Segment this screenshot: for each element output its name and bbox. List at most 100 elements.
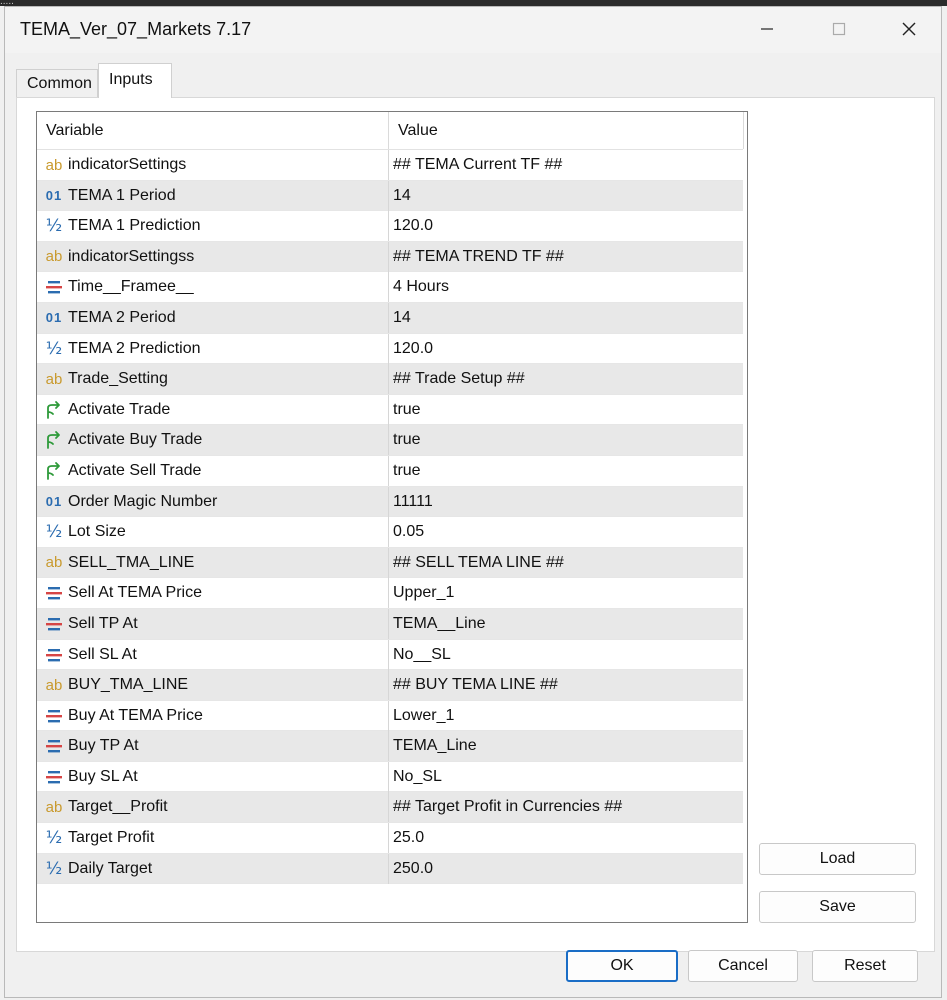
input-dialog: TEMA_Ver_07_Markets 7.17 Common Inputs V… [4, 6, 942, 998]
variable-value[interactable]: 250.0 [393, 854, 433, 884]
variable-name: Activate Sell Trade [68, 461, 202, 479]
minimize-icon [761, 28, 773, 30]
table-row[interactable]: ab SELL_TMA_LINE ## SELL TEMA LINE ## [37, 547, 743, 579]
cell-divider [388, 425, 389, 456]
variable-value[interactable]: 0.05 [393, 517, 424, 547]
save-button[interactable]: Save [759, 891, 916, 923]
minimize-button[interactable] [741, 7, 793, 51]
variable-value[interactable]: 14 [393, 303, 411, 333]
cell-divider [388, 823, 389, 854]
string-type-icon: ab [45, 798, 63, 816]
variable-value[interactable]: true [393, 456, 421, 486]
variable-value[interactable]: ## TEMA Current TF ## [393, 150, 562, 180]
cell-divider [388, 333, 389, 364]
enum-type-icon [43, 640, 65, 670]
ok-button[interactable]: OK [566, 950, 678, 982]
load-button[interactable]: Load [759, 843, 916, 875]
variable-value[interactable]: ## TEMA TREND TF ## [393, 242, 564, 272]
table-row[interactable]: 01 TEMA 2 Period 14 [37, 302, 743, 334]
inputs-panel: Variable Value ab indicatorSettings ## TEM… [16, 97, 935, 952]
cell-divider [388, 731, 389, 762]
variable-value[interactable]: Upper_1 [393, 578, 454, 608]
table-row[interactable]: 01 TEMA 1 Period 14 [37, 180, 743, 212]
title-bar[interactable]: TEMA_Ver_07_Markets 7.17 [5, 7, 941, 53]
variable-value[interactable]: true [393, 395, 421, 425]
tab-inputs[interactable]: Inputs [98, 63, 172, 98]
variable-name: indicatorSettingss [68, 247, 195, 265]
variable-value[interactable]: 11111 [393, 487, 433, 517]
table-row[interactable]: ½ Target Profit 25.0 [37, 823, 743, 854]
column-divider[interactable] [388, 112, 389, 149]
variable-value[interactable]: 120.0 [393, 211, 433, 241]
grid-header: Variable Value [37, 112, 744, 150]
variable-value[interactable]: TEMA__Line [393, 609, 486, 639]
table-row[interactable]: Activate Trade true [37, 394, 743, 426]
integer-type-icon: 01 [45, 188, 63, 204]
double-type-icon: ½ [45, 828, 63, 849]
table-row[interactable]: ½ Daily Target 250.0 [37, 853, 743, 885]
cell-divider [388, 547, 389, 578]
variable-name: Sell SL At [68, 645, 137, 663]
close-button[interactable] [883, 7, 935, 51]
double-type-icon: ½ [45, 338, 63, 359]
table-row[interactable]: ab BUY_TMA_LINE ## BUY TEMA LINE ## [37, 670, 743, 701]
enum-type-icon [43, 762, 65, 792]
variable-value[interactable]: 4 Hours [393, 272, 449, 302]
variable-value[interactable]: ## SELL TEMA LINE ## [393, 548, 564, 578]
table-row[interactable]: ab Target__Profit ## Target Profit in Curr… [37, 792, 743, 824]
variable-value[interactable]: 14 [393, 181, 411, 211]
variable-value[interactable]: ## Target Profit in Currencies ## [393, 792, 622, 822]
column-divider[interactable] [743, 112, 744, 149]
variable-value[interactable]: No_SL [393, 762, 442, 792]
table-row[interactable]: ab indicatorSettings ## TEMA Current TF ## [37, 150, 743, 181]
table-row[interactable]: Sell SL At No__SL [37, 639, 743, 671]
variable-name: TEMA 1 Prediction [68, 217, 201, 235]
reset-button[interactable]: Reset [812, 950, 918, 982]
variable-value[interactable]: ## Trade Setup ## [393, 364, 525, 394]
variable-value[interactable]: TEMA_Line [393, 731, 477, 761]
variable-value[interactable]: ## BUY TEMA LINE ## [393, 670, 558, 700]
variable-name: TEMA 2 Period [68, 308, 176, 326]
table-row[interactable]: ½ TEMA 1 Prediction 120.0 [37, 211, 743, 242]
variable-value[interactable]: true [393, 425, 421, 455]
variable-name: Target__Profit [68, 798, 168, 816]
table-row[interactable]: ½ TEMA 2 Prediction 120.0 [37, 333, 743, 365]
tab-common[interactable]: Common [16, 69, 98, 97]
table-row[interactable]: Buy SL At No_SL [37, 761, 743, 793]
table-row[interactable]: ab Trade_Setting ## Trade Setup ## [37, 364, 743, 395]
table-row[interactable]: ½ Lot Size 0.05 [37, 517, 743, 548]
table-row[interactable]: Activate Sell Trade true [37, 455, 743, 487]
table-row[interactable]: 01 Order Magic Number 11111 [37, 486, 743, 518]
bool-type-icon [43, 425, 65, 455]
close-icon [902, 22, 916, 36]
inputs-grid[interactable]: Variable Value ab indicatorSettings ## TEM… [36, 111, 748, 923]
table-row[interactable]: Sell TP At TEMA__Line [37, 608, 743, 640]
cancel-button[interactable]: Cancel [688, 950, 798, 982]
cell-divider [388, 272, 389, 303]
table-row[interactable]: ab indicatorSettingss ## TEMA TREND TF ## [37, 241, 743, 273]
cell-divider [388, 394, 389, 425]
table-row[interactable]: Sell At TEMA Price Upper_1 [37, 578, 743, 609]
table-row[interactable]: Activate Buy Trade true [37, 425, 743, 456]
variable-value[interactable]: 25.0 [393, 823, 424, 853]
bool-type-icon [43, 456, 65, 486]
maximize-button[interactable] [813, 7, 865, 51]
enum-type-icon [43, 272, 65, 302]
variable-name: Buy At TEMA Price [68, 706, 203, 724]
cell-divider [388, 639, 389, 670]
table-row[interactable]: Buy TP At TEMA_Line [37, 731, 743, 762]
column-header-value[interactable]: Value [398, 112, 438, 149]
double-type-icon: ½ [45, 858, 63, 879]
table-row[interactable]: Buy At TEMA Price Lower_1 [37, 700, 743, 732]
variable-name: Activate Buy Trade [68, 431, 203, 449]
string-type-icon: ab [45, 248, 63, 266]
double-type-icon: ½ [45, 522, 63, 543]
variable-name: Order Magic Number [68, 492, 218, 510]
variable-value[interactable]: 120.0 [393, 334, 433, 364]
cell-divider [388, 608, 389, 639]
table-row[interactable]: Time__Framee__ 4 Hours [37, 272, 743, 303]
variable-value[interactable]: No__SL [393, 640, 451, 670]
variable-name: Target Profit [68, 829, 155, 847]
column-header-variable[interactable]: Variable [46, 112, 104, 149]
variable-value[interactable]: Lower_1 [393, 701, 454, 731]
